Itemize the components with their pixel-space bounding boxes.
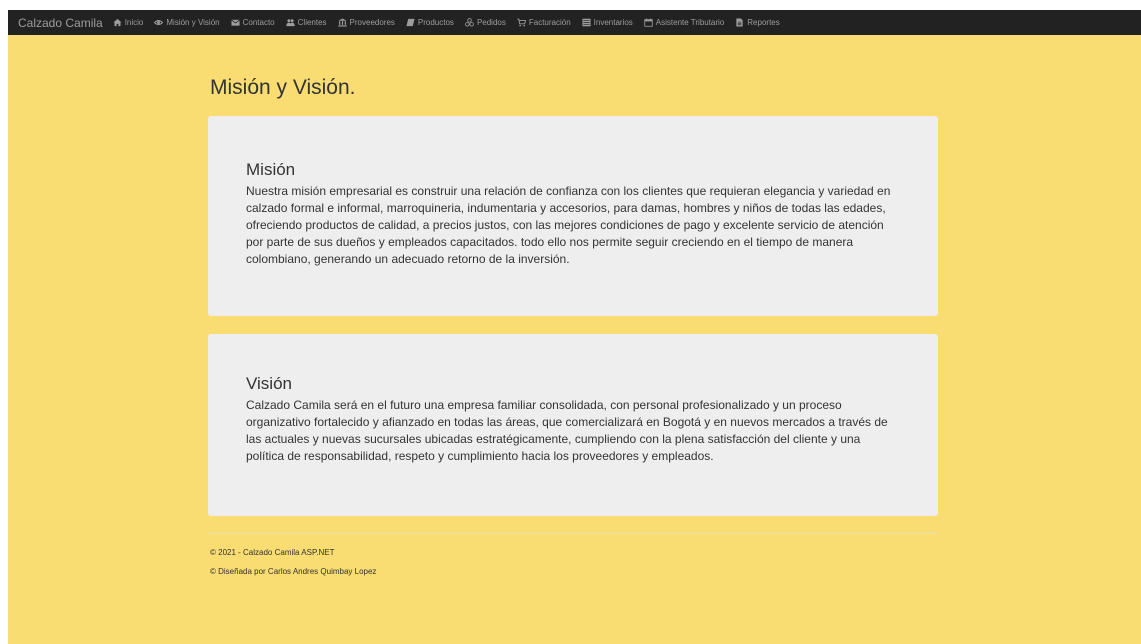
home-icon xyxy=(113,18,122,27)
nav-item-label: Clientes xyxy=(297,18,327,27)
nav-item-label: Productos xyxy=(417,18,454,27)
bank-icon xyxy=(337,18,347,27)
nav-item-label: Facturación xyxy=(528,18,571,27)
nav-item-inicio[interactable]: Inicio xyxy=(113,18,144,27)
users-icon xyxy=(285,18,295,27)
nav-item-reportes[interactable]: Reportes xyxy=(735,18,780,27)
navbar: Calzado Camila Inicio Misión y Visión Co… xyxy=(8,10,1141,35)
footer-divider xyxy=(208,533,938,534)
nav-item-asistente-tributario[interactable]: Asistente Tributario xyxy=(644,18,724,27)
nav-item-label: Asistente Tributario xyxy=(655,18,725,27)
nav-item-productos[interactable]: Productos xyxy=(406,18,454,27)
mision-card: Misión Nuestra misión empresarial es con… xyxy=(208,116,938,316)
vision-card: Visión Calzado Camila será en el futuro … xyxy=(208,334,938,516)
calendar-icon xyxy=(644,18,653,27)
nav-item-clientes[interactable]: Clientes xyxy=(285,18,327,27)
nav-item-label: Pedidos xyxy=(476,18,506,27)
mision-text: Nuestra misión empresarial es construir … xyxy=(246,184,891,266)
page-title: Misión y Visión. xyxy=(210,76,356,99)
nav-item-inventarios[interactable]: Inventarios xyxy=(582,18,633,27)
nav-item-mision-vision[interactable]: Misión y Visión xyxy=(154,18,220,27)
nav-item-label: Inventarios xyxy=(593,18,633,27)
eye-icon xyxy=(154,18,164,27)
page-background: Calzado Camila Inicio Misión y Visión Co… xyxy=(8,10,1141,644)
cart-icon xyxy=(517,18,526,27)
envelope-icon xyxy=(230,18,240,27)
nav-item-proveedores[interactable]: Proveedores xyxy=(337,18,395,27)
nav-item-label: Proveedores xyxy=(349,18,395,27)
nav-item-pedidos[interactable]: Pedidos xyxy=(465,18,506,27)
list-icon xyxy=(582,18,591,27)
vision-text: Calzado Camila será en el futuro una emp… xyxy=(246,398,888,463)
nav-item-contacto[interactable]: Contacto xyxy=(230,18,275,27)
file-icon xyxy=(735,18,744,27)
nav-item-label: Contacto xyxy=(242,18,275,27)
mision-heading: Misión xyxy=(246,160,296,179)
nav-item-label: Reportes xyxy=(747,18,780,27)
nav-item-label: Misión y Visión xyxy=(166,18,220,27)
boxes-icon xyxy=(465,18,474,27)
book-icon xyxy=(406,18,415,27)
nav-menu: Inicio Misión y Visión Contacto Clientes xyxy=(113,18,791,27)
footer-copyright: © 2021 - Calzado Camila ASP.NET xyxy=(210,548,335,557)
nav-item-label: Inicio xyxy=(124,18,144,27)
vision-heading: Visión xyxy=(246,374,292,393)
nav-item-facturacion[interactable]: Facturación xyxy=(517,18,571,27)
brand-link[interactable]: Calzado Camila xyxy=(18,16,103,30)
footer-designer: © Diseñada por Carlos Andres Quimbay Lop… xyxy=(210,567,377,576)
